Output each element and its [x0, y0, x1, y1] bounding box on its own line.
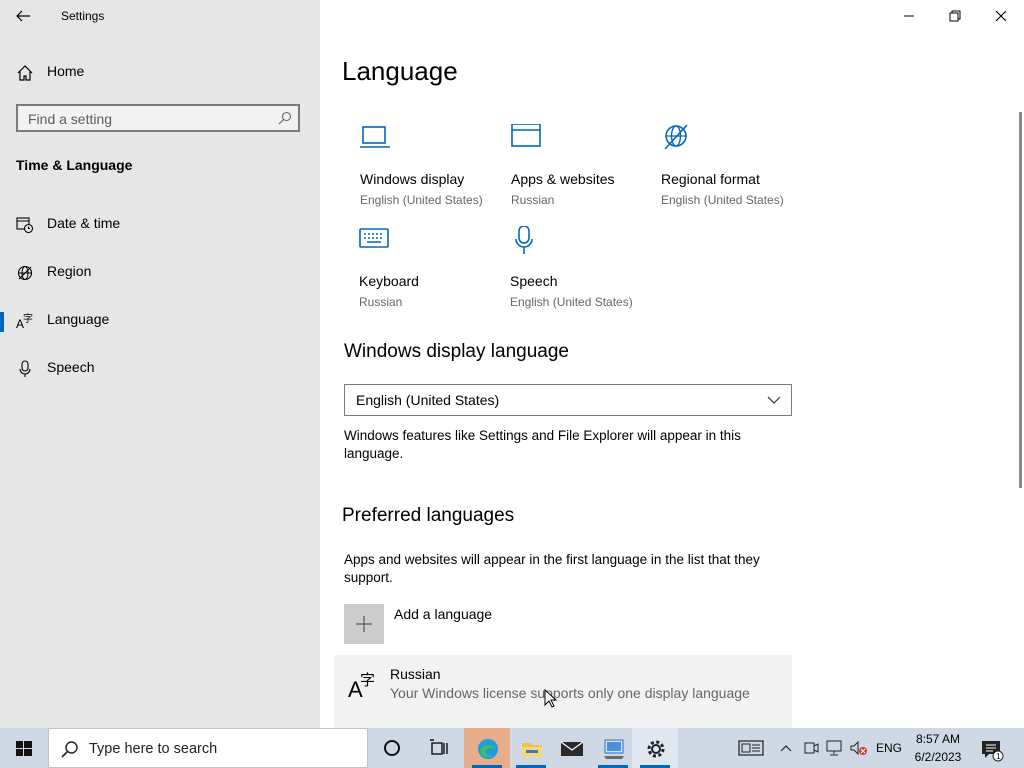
restore-icon — [949, 10, 961, 22]
find-setting-input[interactable]: Find a setting — [16, 104, 300, 132]
display-language-dropdown[interactable]: English (United States) — [344, 384, 792, 416]
start-button[interactable] — [0, 728, 48, 768]
browser-window-icon — [511, 124, 541, 154]
language-icon: A字 — [16, 312, 34, 330]
chevron-up-icon[interactable] — [779, 740, 793, 756]
tile-regional-format[interactable]: Regional format English (United States) — [661, 124, 811, 214]
tile-name: Windows display — [360, 171, 465, 187]
tile-value: English (United States) — [510, 295, 633, 309]
windows-logo-icon — [16, 741, 32, 756]
close-button[interactable] — [978, 0, 1024, 32]
sidebar-item-region[interactable]: Region — [0, 252, 320, 292]
meet-now-icon[interactable] — [803, 740, 819, 756]
svg-text:1: 1 — [996, 752, 1001, 761]
tile-speech[interactable]: Speech English (United States) — [510, 226, 660, 316]
network-app-button[interactable] — [590, 728, 636, 768]
language-note: Your Windows license supports only one d… — [390, 685, 750, 701]
globe-icon — [16, 264, 34, 282]
taskbar-search-placeholder: Type here to search — [89, 741, 218, 757]
mouse-cursor-icon — [544, 689, 558, 708]
tile-name: Speech — [510, 273, 558, 289]
preferred-languages-note: Apps and websites will appear in the fir… — [344, 552, 760, 585]
section-title: Time & Language — [16, 157, 133, 173]
search-placeholder: Find a setting — [28, 111, 113, 127]
minimize-button[interactable] — [886, 0, 932, 32]
svg-text:字: 字 — [360, 671, 375, 689]
mail-button[interactable] — [548, 728, 594, 768]
search-icon — [278, 111, 292, 125]
home-icon — [16, 64, 34, 82]
sidebar-item-speech[interactable]: Speech — [0, 348, 320, 388]
language-name: Russian — [390, 666, 441, 682]
dropdown-value: English (United States) — [356, 392, 500, 408]
clock-date[interactable]: 6/2/2023 — [912, 750, 964, 764]
language-icon: A字 — [348, 669, 378, 699]
laptop-icon — [360, 124, 390, 154]
settings-icon — [647, 740, 665, 758]
tile-value: English (United States) — [661, 193, 784, 207]
page-title: Language — [342, 56, 458, 86]
sidebar-item-label: Region — [47, 263, 92, 279]
clock-time[interactable]: 8:57 AM — [912, 732, 964, 746]
language-list-item[interactable]: A字 Russian Your Windows license supports… — [334, 655, 792, 728]
app-title: Settings — [61, 9, 105, 23]
plus-icon — [356, 616, 372, 632]
add-language-label[interactable]: Add a language — [394, 606, 492, 622]
keyboard-icon — [359, 226, 389, 256]
tile-apps-websites[interactable]: Apps & websites Russian — [511, 124, 661, 214]
tile-name: Regional format — [661, 171, 760, 187]
cortana-button[interactable] — [369, 728, 415, 768]
mail-icon — [560, 741, 584, 756]
minimize-icon — [904, 15, 914, 17]
sidebar: Settings Home Find a setting Time & Lang… — [0, 0, 320, 728]
close-icon — [995, 10, 1007, 22]
search-icon — [61, 740, 79, 758]
sidebar-item-label: Date & time — [47, 215, 121, 231]
svg-text:字: 字 — [23, 312, 33, 325]
network-app-icon — [604, 739, 624, 759]
tile-windows-display[interactable]: Windows display English (United States) — [360, 124, 510, 214]
microphone-icon — [16, 360, 34, 378]
preferred-languages-heading: Preferred languages — [342, 505, 515, 526]
calendar-clock-icon — [16, 216, 34, 234]
tile-name: Apps & websites — [511, 171, 615, 187]
display-language-heading: Windows display language — [344, 341, 569, 362]
tile-keyboard[interactable]: Keyboard Russian — [359, 226, 509, 316]
globe-icon — [661, 124, 691, 154]
scrollbar[interactable] — [1019, 112, 1022, 488]
display-language-note: Windows features like Settings and File … — [344, 428, 741, 461]
action-center-button[interactable]: 1 — [980, 738, 1004, 762]
task-view-icon — [430, 739, 448, 755]
network-icon[interactable] — [826, 740, 844, 756]
tile-name: Keyboard — [359, 273, 419, 289]
volume-muted-icon[interactable] — [850, 740, 868, 756]
restore-button[interactable] — [932, 0, 978, 32]
sidebar-item-label: Language — [47, 311, 110, 327]
tile-value: Russian — [359, 295, 403, 309]
file-explorer-icon — [522, 743, 542, 757]
add-language-button[interactable] — [344, 604, 384, 644]
task-view-button[interactable] — [416, 728, 462, 768]
notification-icon: 1 — [982, 741, 1004, 762]
tile-value: Russian — [511, 193, 555, 207]
input-language-indicator[interactable]: ENG — [876, 741, 902, 755]
news-widget-icon[interactable] — [738, 740, 764, 756]
settings-button[interactable] — [632, 728, 678, 768]
sidebar-item-date-time[interactable]: Date & time — [0, 204, 320, 244]
sidebar-item-home[interactable]: Home — [0, 52, 320, 92]
sidebar-item-label: Home — [47, 63, 85, 79]
chevron-down-icon — [767, 395, 781, 405]
sidebar-item-label: Speech — [47, 359, 95, 375]
taskbar-search-box[interactable]: Type here to search — [48, 728, 368, 768]
sidebar-item-language[interactable]: A字 Language — [0, 300, 320, 340]
cortana-icon — [384, 740, 400, 756]
microphone-icon — [510, 226, 540, 256]
taskbar: Type here to search — [0, 728, 1024, 768]
edge-button[interactable] — [464, 728, 510, 768]
edge-icon — [478, 739, 498, 759]
back-arrow-icon[interactable] — [12, 6, 36, 26]
tile-value: English (United States) — [360, 193, 483, 207]
